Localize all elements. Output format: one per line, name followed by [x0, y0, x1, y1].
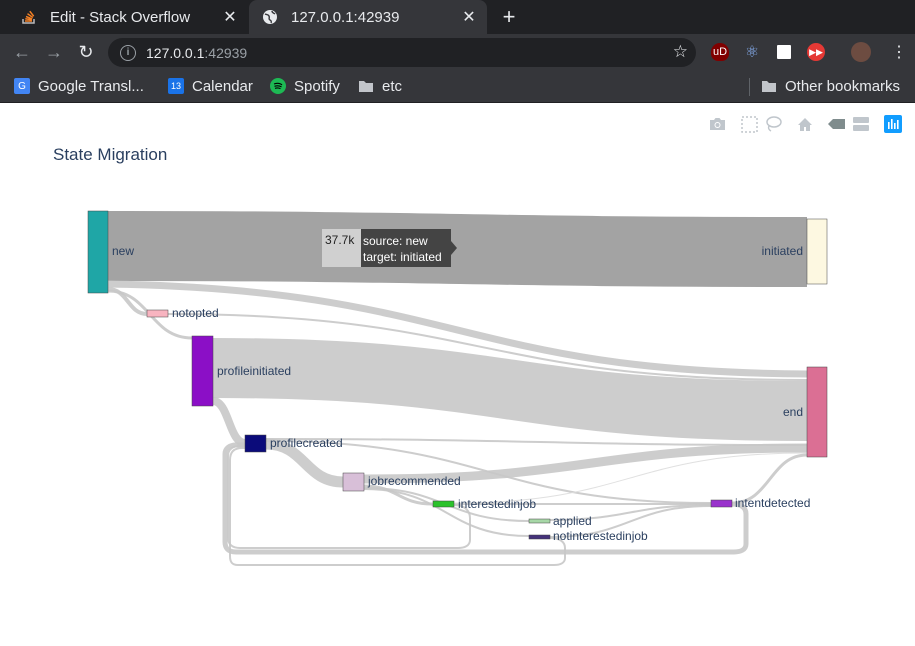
tab-stackoverflow[interactable]: Edit - Stack Overflow ✕ [8, 0, 248, 34]
camera-icon[interactable] [707, 115, 727, 133]
ublock-icon[interactable]: uD [711, 43, 729, 61]
tab-strip: Edit - Stack Overflow ✕ 127.0.0.1:42939 … [0, 0, 915, 34]
close-tab-icon[interactable]: ✕ [218, 5, 242, 29]
sankey-diagram: new initiated notopted profileinitiated … [87, 210, 828, 566]
tab-localhost[interactable]: 127.0.0.1:42939 ✕ [249, 0, 487, 34]
node-label: initiated [762, 244, 803, 258]
bookmark-star-icon[interactable]: ☆ [673, 42, 688, 62]
stackoverflow-icon [20, 8, 38, 26]
bookmark-google-translate[interactable]: G Google Transl... [14, 75, 144, 97]
home-icon[interactable] [795, 115, 815, 133]
info-icon[interactable]: i [120, 44, 136, 61]
node-label: new [112, 244, 134, 258]
tooltip: source: new target: initiated [361, 229, 451, 267]
video-speed-icon[interactable]: ▶▶ [807, 43, 825, 61]
bookmarks-bar: G Google Transl... 13 Calendar Spotify e… [0, 70, 915, 103]
spotify-icon [270, 78, 286, 94]
node-applied[interactable] [528, 518, 551, 524]
node-end[interactable] [806, 366, 828, 458]
node-intentdetected[interactable] [710, 499, 733, 508]
google-translate-icon: G [14, 78, 30, 94]
node-interestedinjob[interactable] [432, 500, 455, 508]
bookmark-calendar[interactable]: 13 Calendar [168, 75, 253, 97]
node-label: notinterestedinjob [553, 529, 648, 543]
avatar[interactable] [851, 42, 871, 62]
tooltip-source: source: new [363, 234, 428, 248]
extension-square-icon[interactable] [777, 45, 791, 59]
node-notinterestedinjob[interactable] [528, 534, 551, 540]
node-label: interestedinjob [458, 497, 536, 511]
link-interestedinjob-profilecreated[interactable] [227, 445, 471, 549]
folder-icon [761, 78, 777, 94]
new-tab-button[interactable]: + [496, 4, 522, 30]
calendar-icon: 13 [168, 78, 184, 94]
plot-container: new initiated notopted profileinitiated … [0, 103, 915, 646]
box-select-icon[interactable] [739, 115, 759, 133]
address-bar[interactable]: i 127.0.0.1:42939 ☆ [108, 38, 696, 67]
node-label: notopted [172, 306, 219, 320]
node-profileinitiated[interactable] [191, 335, 214, 407]
tab-title: Edit - Stack Overflow [50, 8, 191, 26]
bookmark-folder-etc[interactable]: etc [358, 75, 402, 97]
node-label: applied [553, 514, 592, 528]
reload-icon[interactable]: ↻ [74, 40, 98, 64]
folder-icon [358, 78, 374, 94]
react-devtools-icon[interactable]: ⚛ [743, 43, 761, 61]
link-new-initiated[interactable] [107, 211, 808, 287]
back-arrow-icon[interactable]: ← [10, 40, 34, 64]
plot-title: State Migration [53, 145, 168, 164]
tooltip-value: 37.7k [322, 229, 362, 267]
node-label: end [783, 405, 803, 419]
hover-closest-icon[interactable] [827, 115, 847, 133]
node-label: jobrecommended [367, 474, 461, 488]
node-notopted[interactable] [146, 309, 169, 318]
node-initiated[interactable] [806, 218, 828, 285]
plotly-logo-icon[interactable] [883, 115, 903, 133]
tooltip-arrow [451, 241, 457, 255]
other-bookmarks[interactable]: Other bookmarks [761, 75, 900, 97]
forward-arrow-icon[interactable]: → [42, 40, 66, 64]
globe-icon [261, 8, 279, 26]
hover-compare-icon[interactable] [851, 115, 871, 133]
node-label: profilecreated [270, 436, 343, 450]
url-host: 127.0.0.1 [146, 44, 205, 61]
lasso-icon[interactable] [763, 115, 783, 133]
tooltip-target: target: initiated [363, 250, 442, 264]
url-port: :42939 [204, 44, 248, 61]
close-tab-icon[interactable]: ✕ [457, 5, 481, 29]
node-label: intentdetected [735, 496, 810, 510]
browser-toolbar: ← → ↻ i 127.0.0.1:42939 ☆ uD ⚛ ▶▶ ⋮ [0, 34, 915, 70]
node-jobrecommended[interactable] [342, 472, 365, 492]
node-label: profileinitiated [217, 364, 291, 378]
tab-title: 127.0.0.1:42939 [291, 8, 400, 26]
node-profilecreated[interactable] [244, 434, 267, 453]
menu-kebab-icon[interactable]: ⋮ [887, 40, 911, 64]
link-profileinitiated-profilecreated[interactable] [211, 397, 247, 447]
bookmark-spotify[interactable]: Spotify [270, 75, 340, 97]
bookmarks-divider [749, 78, 750, 96]
node-new[interactable] [87, 210, 109, 294]
